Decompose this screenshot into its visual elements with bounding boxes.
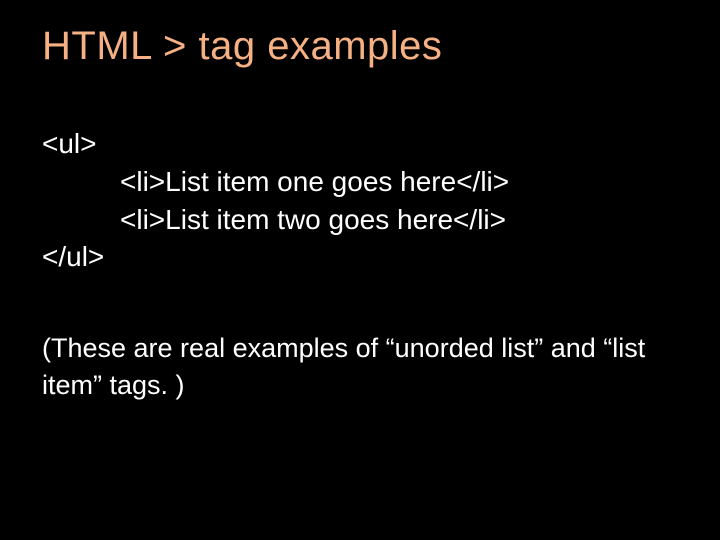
slide: HTML > tag examples <ul> <li>List item o…: [0, 0, 720, 540]
code-line-li-two: <li>List item two goes here</li>: [42, 201, 678, 239]
code-line-li-one: <li>List item one goes here</li>: [42, 163, 678, 201]
slide-title: HTML > tag examples: [42, 24, 678, 69]
note-text: (These are real examples of “unorded lis…: [42, 330, 678, 403]
note-line-2: item” tags. ): [42, 367, 678, 403]
code-line-open-ul: <ul>: [42, 125, 678, 163]
note-line-1: (These are real examples of “unorded lis…: [42, 330, 678, 366]
code-example: <ul> <li>List item one goes here</li> <l…: [42, 125, 678, 276]
code-line-close-ul: </ul>: [42, 238, 678, 276]
